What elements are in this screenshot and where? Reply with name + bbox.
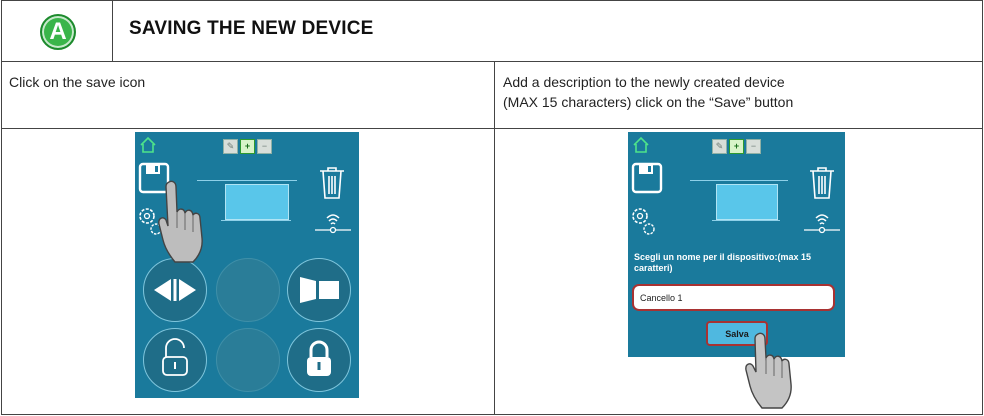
step-badge: A bbox=[40, 14, 76, 50]
add-icon[interactable]: + bbox=[240, 139, 255, 154]
gate-icon bbox=[300, 277, 339, 303]
pointing-hand-icon bbox=[745, 332, 792, 409]
toolbar: ✎ + − bbox=[712, 139, 761, 154]
document-page: A SAVING THE NEW DEVICE Click on the sav… bbox=[0, 0, 983, 415]
remove-icon[interactable]: − bbox=[746, 139, 761, 154]
gate-preview bbox=[225, 184, 289, 220]
add-icon[interactable]: + bbox=[729, 139, 744, 154]
ground-line bbox=[221, 220, 291, 221]
table-border-left bbox=[1, 0, 2, 415]
gate-button[interactable] bbox=[287, 258, 351, 322]
save-icon[interactable] bbox=[631, 162, 663, 194]
settings-icon[interactable] bbox=[630, 206, 656, 236]
device-name-input[interactable]: Cancello 1 bbox=[632, 284, 835, 311]
trash-icon[interactable] bbox=[318, 166, 346, 200]
pointing-hand-icon bbox=[158, 180, 203, 263]
edit-icon[interactable]: ✎ bbox=[223, 139, 238, 154]
table-border-right bbox=[982, 0, 983, 415]
slide-open-close-button[interactable] bbox=[143, 258, 207, 322]
table-border-bottom bbox=[1, 414, 983, 415]
page-title: SAVING THE NEW DEVICE bbox=[129, 18, 374, 39]
empty-slot-button bbox=[216, 258, 280, 322]
table-divider bbox=[494, 62, 495, 415]
table-divider bbox=[1, 128, 983, 129]
table-divider bbox=[1, 61, 983, 62]
step1-instruction: Click on the save icon bbox=[9, 74, 146, 90]
app-screen-right: ✎ + − Scegli un nome per il dispositivo:… bbox=[628, 132, 845, 357]
wifi-icon[interactable] bbox=[802, 210, 842, 240]
remove-icon[interactable]: − bbox=[257, 139, 272, 154]
unlock-button[interactable] bbox=[143, 328, 207, 392]
name-prompt-label: Scegli un nome per il dispositivo:(max 1… bbox=[634, 252, 812, 273]
app-screen-left: ✎ + − bbox=[135, 132, 359, 398]
unlock-icon bbox=[162, 338, 188, 376]
step2-instruction-line2: (MAX 15 characters) click on the “Save” … bbox=[503, 94, 794, 110]
wifi-icon[interactable] bbox=[313, 210, 353, 240]
empty-slot-button bbox=[216, 328, 280, 392]
rail-line bbox=[197, 180, 297, 181]
home-icon[interactable] bbox=[139, 136, 157, 154]
lock-icon bbox=[307, 340, 331, 376]
gate-preview bbox=[716, 184, 778, 220]
toolbar: ✎ + − bbox=[223, 139, 272, 154]
home-icon[interactable] bbox=[632, 136, 650, 154]
edit-icon[interactable]: ✎ bbox=[712, 139, 727, 154]
ground-line bbox=[712, 220, 780, 221]
slide-open-close-icon bbox=[154, 279, 196, 301]
rail-line bbox=[690, 180, 788, 181]
trash-icon[interactable] bbox=[808, 166, 836, 200]
lock-button[interactable] bbox=[287, 328, 351, 392]
step2-instruction-line1: Add a description to the newly created d… bbox=[503, 74, 785, 90]
table-border-top bbox=[1, 0, 983, 1]
table-divider bbox=[112, 0, 113, 62]
